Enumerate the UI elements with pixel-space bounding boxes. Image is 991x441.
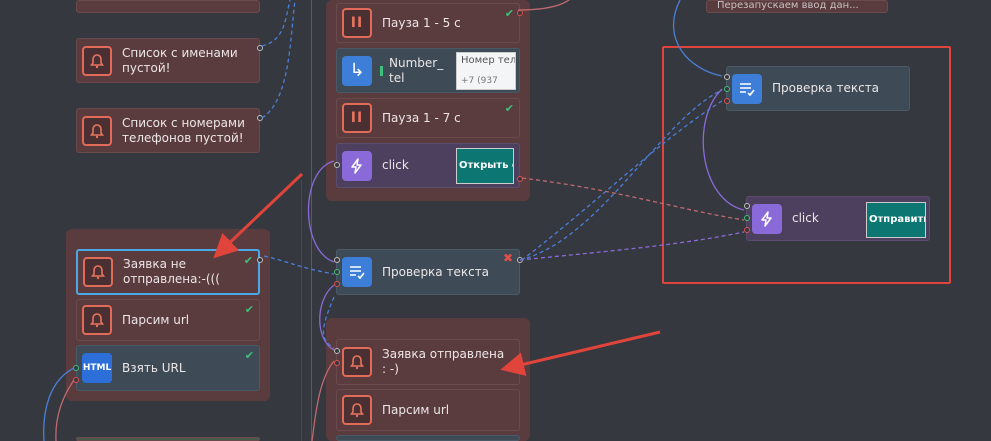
- node-names-empty[interactable]: Список с именами пустой!: [76, 38, 263, 83]
- output-port[interactable]: [517, 176, 523, 182]
- status-bar: [380, 65, 383, 76]
- output-port[interactable]: [517, 257, 523, 263]
- node-label: Пауза 1 - 7 с: [382, 110, 461, 125]
- node-partial-top-left[interactable]: [76, 0, 260, 13]
- node-pause-7[interactable]: II Пауза 1 - 7 с ✔: [336, 98, 520, 138]
- bell-icon: [82, 115, 112, 146]
- redirect-arrow-icon: ↳: [342, 55, 372, 86]
- annotation-arrow: [500, 330, 661, 376]
- pause-icon: II: [342, 8, 372, 38]
- node-request-not-sent[interactable]: Заявка не отправлена:-((( ✔: [76, 249, 263, 295]
- wire: [261, 0, 296, 119]
- bell-icon: [342, 347, 372, 377]
- success-check-icon: ✔: [243, 254, 253, 267]
- pause-icon: II: [342, 103, 372, 133]
- node-label: Проверка текста: [772, 81, 880, 95]
- node-label: Заявка отправлена : -): [382, 347, 505, 376]
- guide-line: [301, 180, 302, 441]
- node-parse-url-1[interactable]: Парсим url ✔: [76, 299, 260, 341]
- text-check-icon: [342, 257, 372, 287]
- field-thumbnail: Номер тел +7 (937: [456, 52, 516, 90]
- node-pause-5[interactable]: II Пауза 1 - 5 с ✔: [336, 3, 523, 43]
- input-port[interactable]: [334, 269, 340, 275]
- input-port[interactable]: [334, 348, 340, 354]
- node-label: click: [792, 211, 819, 225]
- bell-icon: [82, 305, 112, 335]
- input-port[interactable]: [744, 215, 750, 221]
- guide-line: [311, 0, 312, 441]
- output-port[interactable]: [257, 115, 263, 121]
- node-label: Парсим url: [122, 312, 190, 327]
- node-phones-empty[interactable]: Список с номерами телефонов пустой!: [76, 108, 263, 153]
- output-port[interactable]: [73, 365, 79, 371]
- error-x-icon: ✖: [502, 251, 513, 265]
- output-port[interactable]: [257, 45, 263, 51]
- output-port[interactable]: [257, 257, 263, 263]
- bell-icon: [342, 395, 372, 425]
- button-thumbnail: Отправить заяв: [866, 202, 926, 238]
- bell-icon: [83, 257, 113, 287]
- bell-icon: [82, 45, 112, 76]
- node-label: Список с именами пустой!: [122, 45, 238, 75]
- node-label: Проверка текста: [382, 264, 490, 279]
- node-label: Number_tel: [389, 55, 444, 85]
- node-take-url[interactable]: HTML Взять URL ✔: [73, 345, 260, 391]
- node-label: Взять URL: [122, 360, 186, 375]
- node-label: Пауза 1 - 5 с: [382, 15, 461, 30]
- output-port[interactable]: [73, 377, 79, 383]
- node-request-sent[interactable]: Заявка отправлена : -): [334, 339, 520, 385]
- node-label: Перезапускаем ввод дан...: [717, 0, 859, 11]
- button-thumbnail: Открыть счё: [456, 148, 514, 184]
- output-port[interactable]: [517, 10, 523, 16]
- input-port[interactable]: [724, 98, 730, 104]
- node-partial-bottom-left[interactable]: [76, 437, 260, 441]
- input-port[interactable]: [744, 203, 750, 209]
- node-label: Список с номерами телефонов пустой!: [122, 115, 245, 145]
- input-port[interactable]: [334, 360, 340, 366]
- input-port[interactable]: [334, 281, 340, 287]
- node-label: click: [382, 158, 409, 172]
- input-port[interactable]: [724, 86, 730, 92]
- node-label: Заявка не отправлена:-(((: [123, 257, 220, 286]
- lightning-icon: [342, 150, 372, 181]
- success-check-icon: ✔: [504, 7, 514, 20]
- html-icon: HTML: [82, 353, 112, 383]
- node-parse-url-2[interactable]: Парсим url: [336, 389, 520, 431]
- text-check-icon: [732, 73, 762, 104]
- node-text-check-right[interactable]: Проверка текста: [724, 66, 910, 111]
- success-check-icon: ✔: [244, 349, 254, 362]
- input-port[interactable]: [744, 227, 750, 233]
- input-port[interactable]: [334, 162, 340, 168]
- node-label: Парсим url: [382, 402, 450, 417]
- node-partial-top-right[interactable]: Перезапускаем ввод дан...: [706, 0, 888, 13]
- success-check-icon: ✔: [504, 102, 514, 115]
- node-text-check-mid[interactable]: Проверка текста ✖: [334, 249, 523, 295]
- thumbnail-text: Номер тел: [461, 55, 516, 66]
- wire: [261, 0, 291, 47]
- node-number-tel[interactable]: ↳ Number_tel Номер тел +7 (937: [336, 48, 520, 93]
- node-partial-bottom[interactable]: [336, 435, 520, 441]
- input-port[interactable]: [724, 74, 730, 80]
- thumbnail-text: +7 (937: [461, 76, 498, 86]
- node-click-2[interactable]: click Отправить заяв: [744, 196, 930, 241]
- lightning-icon: [752, 203, 782, 234]
- input-port[interactable]: [334, 257, 340, 263]
- success-check-icon: ✔: [244, 303, 254, 316]
- node-click-1[interactable]: click Открыть счё: [334, 143, 523, 188]
- workflow-canvas[interactable]: Список с именами пустой! Список с номера…: [0, 0, 991, 441]
- wire: [263, 255, 335, 275]
